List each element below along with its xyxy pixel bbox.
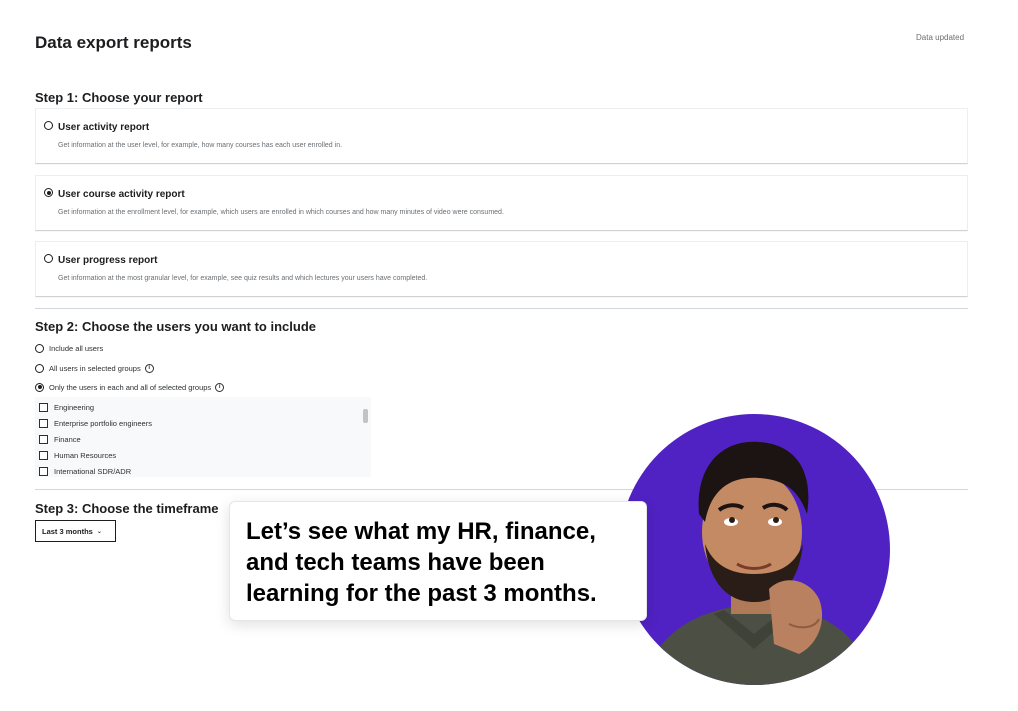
checkbox[interactable] xyxy=(39,466,48,476)
radio-button[interactable] xyxy=(44,254,53,263)
option-label: Include all users xyxy=(49,343,104,353)
group-item-finance[interactable]: Finance xyxy=(39,433,81,445)
group-list[interactable]: Engineering Enterprise portfolio enginee… xyxy=(35,397,371,477)
radio-button-selected[interactable] xyxy=(44,188,53,197)
timeframe-dropdown[interactable]: Last 3 months ⌄ xyxy=(35,520,116,542)
report-title: User activity report xyxy=(58,122,150,133)
user-option-all[interactable]: Include all users xyxy=(35,342,103,354)
group-item-human-resources[interactable]: Human Resources xyxy=(39,449,116,461)
radio-button[interactable] xyxy=(35,363,44,373)
step3-title: Step 3: Choose the timeframe xyxy=(35,501,219,516)
data-updated-status: Data updated xyxy=(916,33,965,42)
group-label: Engineering xyxy=(54,402,95,412)
user-option-intersection-groups[interactable]: Only the users in each and all of select… xyxy=(35,381,225,393)
group-label: International SDR/ADR xyxy=(54,466,132,476)
speech-bubble: Let’s see what my HR, finance, and tech … xyxy=(229,501,647,621)
report-option-user-course-activity[interactable]: User course activity report Get informat… xyxy=(35,175,968,231)
group-item-international-sdr-adr[interactable]: International SDR/ADR xyxy=(39,465,131,477)
group-list-scrollbar[interactable] xyxy=(363,409,368,423)
option-label: Only the users in each and all of select… xyxy=(49,382,212,392)
avatar xyxy=(619,414,890,685)
timeframe-value: Last 3 months xyxy=(42,526,93,536)
radio-button[interactable] xyxy=(35,343,44,353)
checkbox[interactable] xyxy=(39,418,48,428)
person-portrait-icon xyxy=(639,441,879,685)
report-option-user-progress[interactable]: User progress report Get information at … xyxy=(35,241,968,297)
group-item-engineering[interactable]: Engineering xyxy=(39,401,94,413)
section-divider xyxy=(35,308,968,309)
info-icon[interactable]: i xyxy=(144,363,154,373)
info-icon[interactable]: i xyxy=(215,382,225,392)
step1-title: Step 1: Choose your report xyxy=(35,90,203,105)
group-label: Finance xyxy=(54,434,81,444)
report-description: Get information at the user level, for e… xyxy=(58,142,343,149)
report-option-user-activity[interactable]: User activity report Get information at … xyxy=(35,108,968,164)
checkbox[interactable] xyxy=(39,450,48,460)
speech-bubble-text: Let’s see what my HR, finance, and tech … xyxy=(246,518,597,607)
step2-title: Step 2: Choose the users you want to inc… xyxy=(35,319,316,334)
report-description: Get information at the most granular lev… xyxy=(58,275,428,282)
checkbox[interactable] xyxy=(39,434,48,444)
checkbox[interactable] xyxy=(39,402,48,412)
report-title: User progress report xyxy=(58,255,158,266)
user-option-selected-groups[interactable]: All users in selected groups i xyxy=(35,362,154,374)
group-item-enterprise-portfolio-engineers[interactable]: Enterprise portfolio engineers xyxy=(39,417,152,429)
radio-button-selected[interactable] xyxy=(35,382,44,392)
group-label: Enterprise portfolio engineers xyxy=(54,418,152,428)
option-label: All users in selected groups xyxy=(49,363,141,373)
report-title: User course activity report xyxy=(58,189,185,200)
radio-button[interactable] xyxy=(44,121,53,130)
chevron-down-icon: ⌄ xyxy=(96,528,102,535)
group-label: Human Resources xyxy=(54,450,117,460)
report-description: Get information at the enrollment level,… xyxy=(58,209,504,216)
page-title: Data export reports xyxy=(35,33,192,52)
